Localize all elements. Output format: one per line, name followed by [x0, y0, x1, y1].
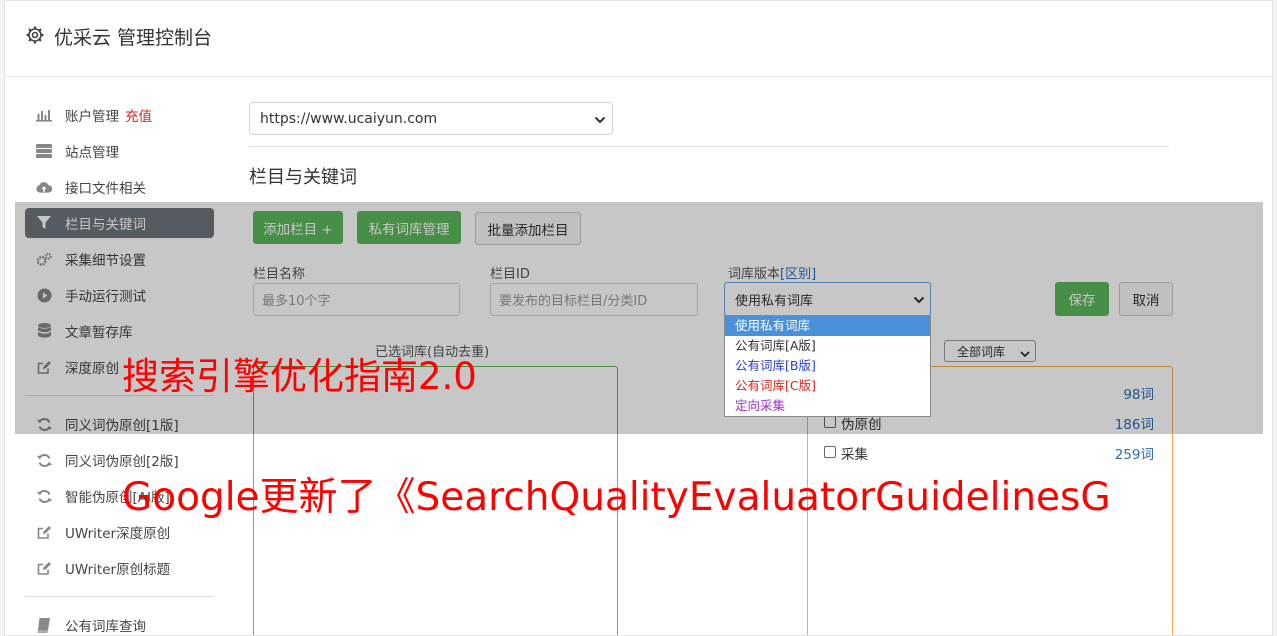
refresh-icon: [36, 488, 52, 504]
chevron-down-icon: [594, 113, 606, 129]
site-select-value: https://www.ucaiyun.com: [260, 110, 438, 127]
refresh-icon: [36, 452, 52, 468]
sidebar-item-uwriter-title[interactable]: UWriter原创标题: [25, 553, 214, 583]
sidebar-divider: [25, 596, 214, 597]
edit-icon: [36, 524, 52, 540]
sidebar-item-label: 站点管理: [65, 145, 119, 161]
version-option[interactable]: 公有词库[C版]: [725, 376, 930, 396]
lib-name: 采集: [841, 447, 868, 463]
list-item[interactable]: 采集 259词: [824, 443, 1154, 463]
sidebar-item-public-lib[interactable]: 公有词库查询: [25, 610, 214, 635]
sidebar-item-interface[interactable]: 接口文件相关: [25, 172, 214, 202]
page-title: 优采云 管理控制台: [54, 27, 213, 49]
section-title: 栏目与关键词: [249, 167, 357, 188]
sidebar-item-sites[interactable]: 站点管理: [25, 136, 214, 166]
site-select[interactable]: https://www.ucaiyun.com: [249, 102, 613, 135]
version-option[interactable]: 使用私有词库: [725, 316, 930, 336]
version-option[interactable]: 公有词库[B版]: [725, 356, 930, 376]
sidebar-item-label: 接口文件相关: [65, 181, 146, 197]
sidebar-item-label: UWriter原创标题: [65, 562, 171, 578]
sidebar-item-label: 公有词库查询: [65, 619, 146, 635]
edit-icon: [36, 560, 52, 576]
sidebar-item-account[interactable]: 账户管理 充值: [25, 100, 214, 130]
book-icon: [36, 617, 52, 633]
sidebar-item-label: 账户管理: [65, 109, 119, 125]
server-icon: [36, 143, 52, 159]
version-dropdown: 使用私有词库 公有词库[A版] 公有词库[B版] 公有词库[C版] 定向采集: [724, 315, 931, 417]
version-option[interactable]: 公有词库[A版]: [725, 336, 930, 356]
recharge-link[interactable]: 充值: [125, 105, 152, 125]
version-option[interactable]: 定向采集: [725, 396, 930, 416]
gear-icon: [25, 25, 45, 45]
watermark-text: 搜索引擎优化指南2.0: [122, 355, 477, 398]
lib-checkbox[interactable]: [824, 446, 836, 458]
section-divider: [249, 146, 1169, 147]
sidebar-item-label: UWriter深度原创: [65, 526, 171, 542]
cloud-upload-icon: [36, 179, 52, 195]
lib-count: 259词: [1114, 447, 1154, 463]
bar-chart-icon: [36, 107, 52, 123]
watermark-text: Google更新了《SearchQualityEvaluatorGuidelin…: [122, 475, 1111, 520]
